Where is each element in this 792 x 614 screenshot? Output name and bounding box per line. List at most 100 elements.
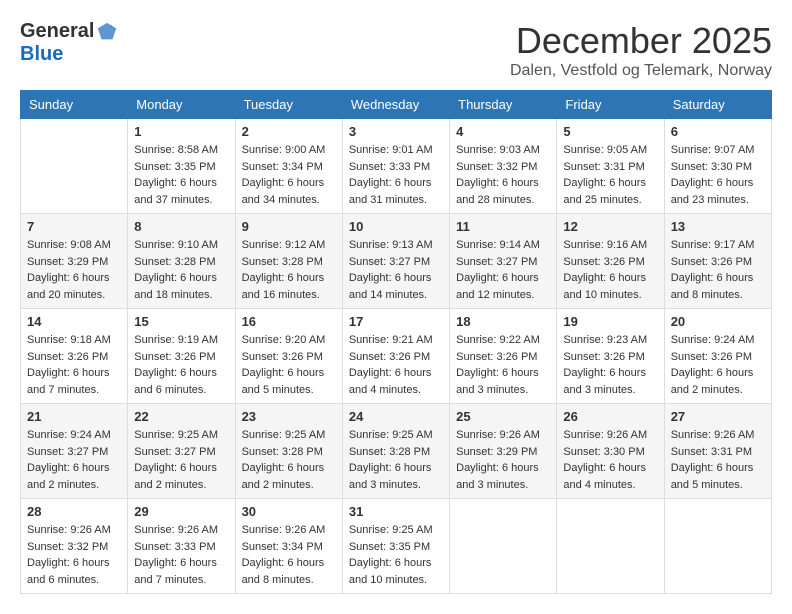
calendar-week-5: 28 Sunrise: 9:26 AM Sunset: 3:32 PM Dayli…: [21, 499, 772, 594]
day-info: Sunrise: 9:20 AM Sunset: 3:26 PM Dayligh…: [242, 332, 336, 398]
header-row: SundayMondayTuesdayWednesdayThursdayFrid…: [21, 91, 772, 119]
day-number: 4: [456, 124, 550, 139]
day-info: Sunrise: 9:14 AM Sunset: 3:27 PM Dayligh…: [456, 237, 550, 303]
day-number: 8: [134, 219, 228, 234]
calendar-cell: 22 Sunrise: 9:25 AM Sunset: 3:27 PM Dayli…: [128, 404, 235, 499]
calendar-header-thursday: Thursday: [450, 91, 557, 119]
day-number: 16: [242, 314, 336, 329]
day-info: Sunrise: 9:26 AM Sunset: 3:31 PM Dayligh…: [671, 427, 765, 493]
calendar-cell: 20 Sunrise: 9:24 AM Sunset: 3:26 PM Dayli…: [664, 309, 771, 404]
day-number: 31: [349, 504, 443, 519]
day-info: Sunrise: 9:05 AM Sunset: 3:31 PM Dayligh…: [563, 142, 657, 208]
day-number: 5: [563, 124, 657, 139]
logo-icon: [96, 21, 118, 43]
day-info: Sunrise: 9:24 AM Sunset: 3:26 PM Dayligh…: [671, 332, 765, 398]
day-number: 9: [242, 219, 336, 234]
day-info: Sunrise: 9:26 AM Sunset: 3:32 PM Dayligh…: [27, 522, 121, 588]
calendar-cell: 17 Sunrise: 9:21 AM Sunset: 3:26 PM Dayli…: [342, 309, 449, 404]
day-number: 22: [134, 409, 228, 424]
day-info: Sunrise: 9:12 AM Sunset: 3:28 PM Dayligh…: [242, 237, 336, 303]
day-number: 24: [349, 409, 443, 424]
day-number: 2: [242, 124, 336, 139]
logo: General Blue: [20, 20, 118, 66]
calendar-cell: 3 Sunrise: 9:01 AM Sunset: 3:33 PM Daylig…: [342, 119, 449, 214]
day-number: 17: [349, 314, 443, 329]
calendar-cell: 6 Sunrise: 9:07 AM Sunset: 3:30 PM Daylig…: [664, 119, 771, 214]
day-number: 3: [349, 124, 443, 139]
day-info: Sunrise: 8:58 AM Sunset: 3:35 PM Dayligh…: [134, 142, 228, 208]
calendar-cell: 7 Sunrise: 9:08 AM Sunset: 3:29 PM Daylig…: [21, 214, 128, 309]
calendar-cell: 10Sunrise: 9:13 AM Sunset: 3:27 PM Dayli…: [342, 214, 449, 309]
location-subtitle: Dalen, Vestfold og Telemark, Norway: [510, 62, 772, 80]
day-number: 18: [456, 314, 550, 329]
day-info: Sunrise: 9:22 AM Sunset: 3:26 PM Dayligh…: [456, 332, 550, 398]
calendar-cell: 23 Sunrise: 9:25 AM Sunset: 3:28 PM Dayli…: [235, 404, 342, 499]
calendar-cell: 1 Sunrise: 8:58 AM Sunset: 3:35 PM Daylig…: [128, 119, 235, 214]
calendar-cell: 21 Sunrise: 9:24 AM Sunset: 3:27 PM Dayli…: [21, 404, 128, 499]
day-info: Sunrise: 9:03 AM Sunset: 3:32 PM Dayligh…: [456, 142, 550, 208]
calendar-cell: 30 Sunrise: 9:26 AM Sunset: 3:34 PM Dayli…: [235, 499, 342, 594]
calendar-cell: 19Sunrise: 9:23 AM Sunset: 3:26 PM Dayli…: [557, 309, 664, 404]
calendar-cell: [21, 119, 128, 214]
calendar-header-saturday: Saturday: [664, 91, 771, 119]
calendar-header-monday: Monday: [128, 91, 235, 119]
day-number: 10: [349, 219, 443, 234]
day-info: Sunrise: 9:25 AM Sunset: 3:28 PM Dayligh…: [242, 427, 336, 493]
calendar-cell: 15Sunrise: 9:19 AM Sunset: 3:26 PM Dayli…: [128, 309, 235, 404]
title-block: December 2025 Dalen, Vestfold og Telemar…: [510, 20, 772, 80]
day-info: Sunrise: 9:18 AM Sunset: 3:26 PM Dayligh…: [27, 332, 121, 398]
logo-general-text: General: [20, 20, 94, 43]
day-number: 13: [671, 219, 765, 234]
calendar-cell: 4 Sunrise: 9:03 AM Sunset: 3:32 PM Daylig…: [450, 119, 557, 214]
day-number: 12: [563, 219, 657, 234]
calendar-cell: 24Sunrise: 9:25 AM Sunset: 3:28 PM Dayli…: [342, 404, 449, 499]
calendar-cell: 9 Sunrise: 9:12 AM Sunset: 3:28 PM Daylig…: [235, 214, 342, 309]
calendar-cell: 14 Sunrise: 9:18 AM Sunset: 3:26 PM Dayli…: [21, 309, 128, 404]
day-info: Sunrise: 9:00 AM Sunset: 3:34 PM Dayligh…: [242, 142, 336, 208]
day-number: 1: [134, 124, 228, 139]
logo-blue-text: Blue: [20, 43, 63, 66]
day-number: 14: [27, 314, 121, 329]
day-number: 23: [242, 409, 336, 424]
calendar-cell: 31 Sunrise: 9:25 AM Sunset: 3:35 PM Dayli…: [342, 499, 449, 594]
day-number: 7: [27, 219, 121, 234]
day-number: 30: [242, 504, 336, 519]
day-number: 29: [134, 504, 228, 519]
day-info: Sunrise: 9:16 AM Sunset: 3:26 PM Dayligh…: [563, 237, 657, 303]
calendar-cell: 18 Sunrise: 9:22 AM Sunset: 3:26 PM Dayli…: [450, 309, 557, 404]
day-info: Sunrise: 9:21 AM Sunset: 3:26 PM Dayligh…: [349, 332, 443, 398]
day-info: Sunrise: 9:26 AM Sunset: 3:33 PM Dayligh…: [134, 522, 228, 588]
calendar-cell: 12 Sunrise: 9:16 AM Sunset: 3:26 PM Dayli…: [557, 214, 664, 309]
day-number: 11: [456, 219, 550, 234]
day-info: Sunrise: 9:01 AM Sunset: 3:33 PM Dayligh…: [349, 142, 443, 208]
calendar-header-wednesday: Wednesday: [342, 91, 449, 119]
day-info: Sunrise: 9:19 AM Sunset: 3:26 PM Dayligh…: [134, 332, 228, 398]
day-info: Sunrise: 9:26 AM Sunset: 3:34 PM Dayligh…: [242, 522, 336, 588]
day-info: Sunrise: 9:26 AM Sunset: 3:29 PM Dayligh…: [456, 427, 550, 493]
day-info: Sunrise: 9:08 AM Sunset: 3:29 PM Dayligh…: [27, 237, 121, 303]
calendar-header-sunday: Sunday: [21, 91, 128, 119]
day-number: 20: [671, 314, 765, 329]
calendar-week-2: 7 Sunrise: 9:08 AM Sunset: 3:29 PM Daylig…: [21, 214, 772, 309]
day-number: 27: [671, 409, 765, 424]
day-info: Sunrise: 9:07 AM Sunset: 3:30 PM Dayligh…: [671, 142, 765, 208]
day-number: 19: [563, 314, 657, 329]
calendar-cell: 29 Sunrise: 9:26 AM Sunset: 3:33 PM Dayli…: [128, 499, 235, 594]
day-info: Sunrise: 9:24 AM Sunset: 3:27 PM Dayligh…: [27, 427, 121, 493]
calendar-cell: 11 Sunrise: 9:14 AM Sunset: 3:27 PM Dayli…: [450, 214, 557, 309]
calendar-header-tuesday: Tuesday: [235, 91, 342, 119]
calendar-cell: 8Sunrise: 9:10 AM Sunset: 3:28 PM Daylig…: [128, 214, 235, 309]
calendar-cell: [450, 499, 557, 594]
day-number: 26: [563, 409, 657, 424]
calendar-cell: 13 Sunrise: 9:17 AM Sunset: 3:26 PM Dayli…: [664, 214, 771, 309]
calendar-cell: [557, 499, 664, 594]
day-info: Sunrise: 9:17 AM Sunset: 3:26 PM Dayligh…: [671, 237, 765, 303]
day-number: 28: [27, 504, 121, 519]
day-info: Sunrise: 9:25 AM Sunset: 3:27 PM Dayligh…: [134, 427, 228, 493]
day-number: 6: [671, 124, 765, 139]
calendar-cell: [664, 499, 771, 594]
day-info: Sunrise: 9:25 AM Sunset: 3:35 PM Dayligh…: [349, 522, 443, 588]
day-number: 21: [27, 409, 121, 424]
calendar-cell: 25Sunrise: 9:26 AM Sunset: 3:29 PM Dayli…: [450, 404, 557, 499]
calendar-cell: 26Sunrise: 9:26 AM Sunset: 3:30 PM Dayli…: [557, 404, 664, 499]
